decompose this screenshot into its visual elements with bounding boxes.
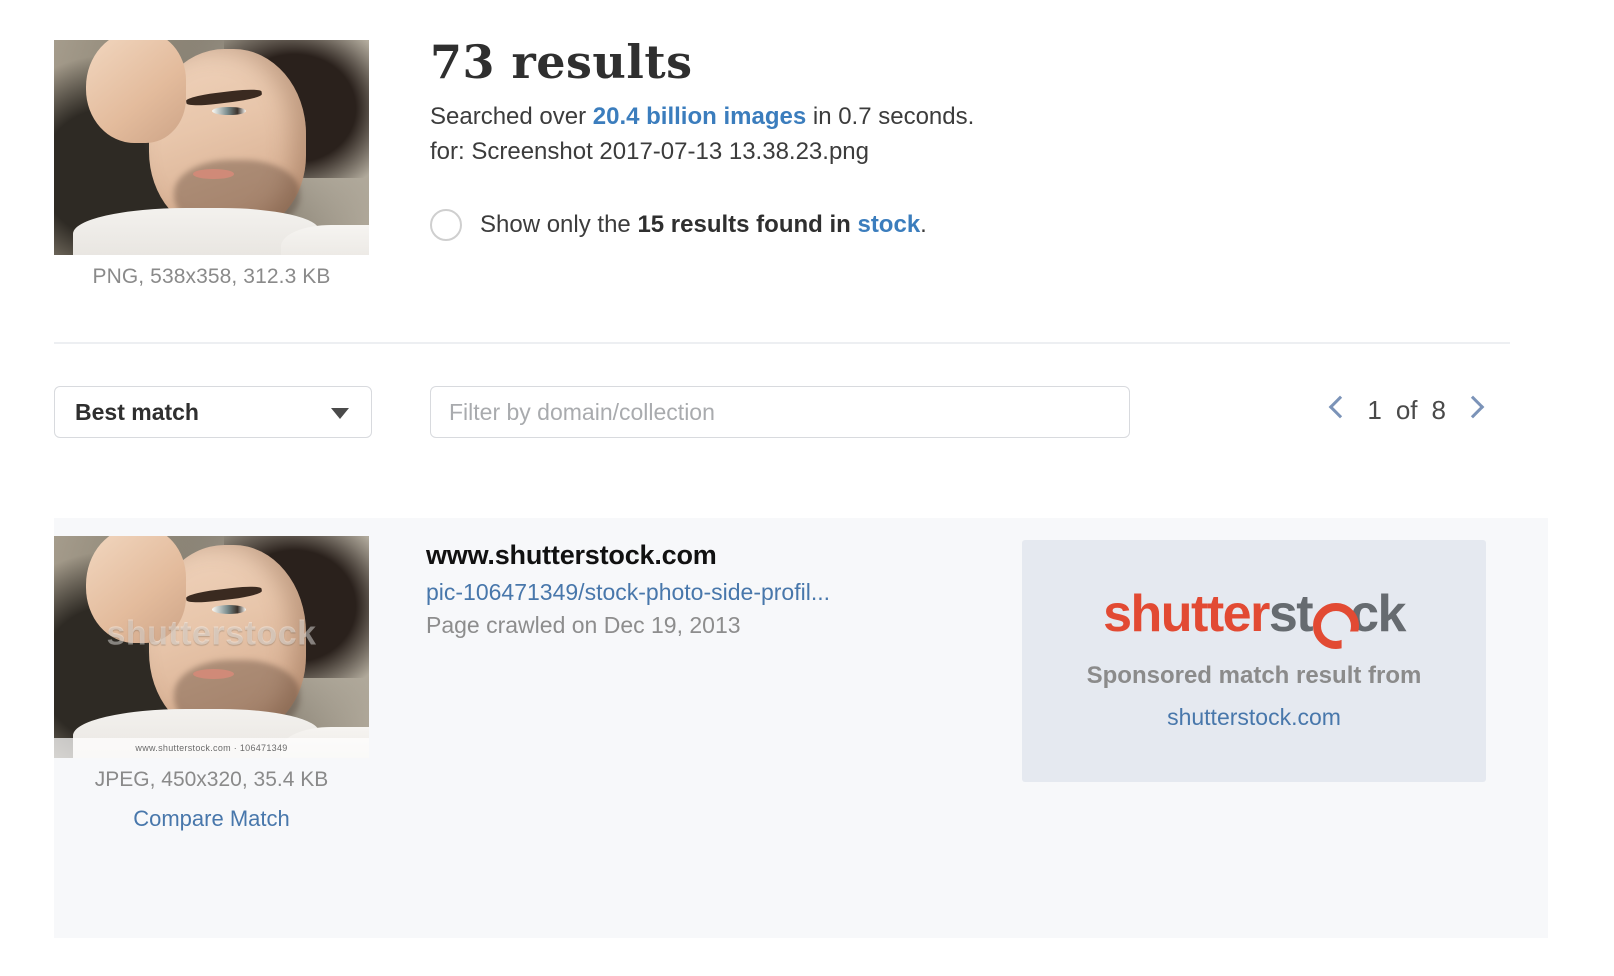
shutterstock-o-icon [1313, 596, 1349, 632]
result-crawl-date: Page crawled on Dec 19, 2013 [426, 612, 741, 638]
sort-dropdown-value: Best match [75, 398, 199, 425]
stock-filter-row: Show only the 15 results found in stock. [430, 208, 1530, 241]
results-count-heading: 73 results [430, 35, 693, 89]
photo-eye [211, 604, 247, 614]
shutterstock-logo-part2: st [1268, 585, 1314, 643]
query-text-column: 73 results Searched over 20.4 billion im… [430, 38, 1530, 241]
photo-lips [192, 669, 234, 680]
chevron-down-icon [331, 408, 349, 419]
chevron-left-icon[interactable] [1323, 390, 1357, 430]
compare-match-link[interactable]: Compare Match [54, 806, 369, 832]
result-row: shutterstock www.shutterstock.com · 1064… [54, 518, 1548, 938]
photo-hand [85, 40, 187, 144]
pagination-of-label: of [1395, 394, 1418, 425]
sponsored-domain-link[interactable]: shutterstock.com [1167, 704, 1341, 731]
image-watermark-strip: www.shutterstock.com · 106471349 [54, 738, 369, 758]
stock-link[interactable]: stock [857, 211, 920, 238]
sponsored-caption: Sponsored match result from [1086, 662, 1422, 689]
stock-filter-suffix: . [920, 210, 927, 238]
query-filename-line: for: Screenshot 2017-07-13 13.38.23.png [430, 138, 869, 166]
search-results-page: PNG, 538x358, 312.3 KB 73 results Search… [0, 0, 1614, 976]
result-thumbnail-column: shutterstock www.shutterstock.com · 1064… [54, 536, 369, 832]
pagination-total-pages: 8 [1431, 394, 1446, 425]
photo-lips [192, 169, 234, 179]
chevron-right-icon[interactable] [1456, 390, 1490, 430]
sponsored-card: shutter st ck Sponsored match result from … [1022, 540, 1486, 782]
results-controls: Best match 1 of 8 [54, 386, 1554, 438]
photo-hand [85, 536, 187, 643]
query-thumbnail-column: PNG, 538x358, 312.3 KB [54, 40, 369, 289]
stock-filter-label: Show only the 15 results found in stock. [480, 211, 927, 239]
pagination: 1 of 8 [1323, 390, 1490, 430]
pagination-current-page: 1 [1367, 394, 1382, 425]
stock-filter-prefix: Show only the [480, 210, 638, 238]
result-image-thumbnail[interactable]: shutterstock www.shutterstock.com · 1064… [54, 536, 369, 758]
shutterstock-logo-part1: shutter [1103, 585, 1270, 643]
stock-filter-count: 15 results found in [637, 210, 858, 238]
result-url-path[interactable]: pic-106471349/stock-photo-side-profil... [426, 579, 986, 606]
search-stats-suffix: in 0.7 seconds. [806, 103, 975, 131]
search-stats-line: Searched over 20.4 billion images in 0.7… [430, 100, 1530, 133]
result-details: www.shutterstock.com pic-106471349/stock… [426, 540, 986, 639]
section-divider [54, 342, 1510, 344]
domain-filter-input[interactable] [430, 386, 1130, 438]
query-file-info: PNG, 538x358, 312.3 KB [92, 265, 331, 288]
search-index-size: 20.4 billion images [592, 103, 807, 131]
search-stats-prefix: Searched over [430, 103, 593, 131]
stock-filter-radio[interactable] [430, 208, 462, 241]
shutterstock-logo-part3: ck [1350, 585, 1406, 643]
sort-dropdown[interactable]: Best match [54, 386, 372, 438]
result-domain[interactable]: www.shutterstock.com [426, 540, 986, 571]
shutterstock-logo: shutter st ck [1103, 585, 1406, 643]
query-image-thumbnail[interactable] [54, 40, 369, 255]
result-file-info: JPEG, 450x320, 35.4 KB [94, 768, 329, 791]
